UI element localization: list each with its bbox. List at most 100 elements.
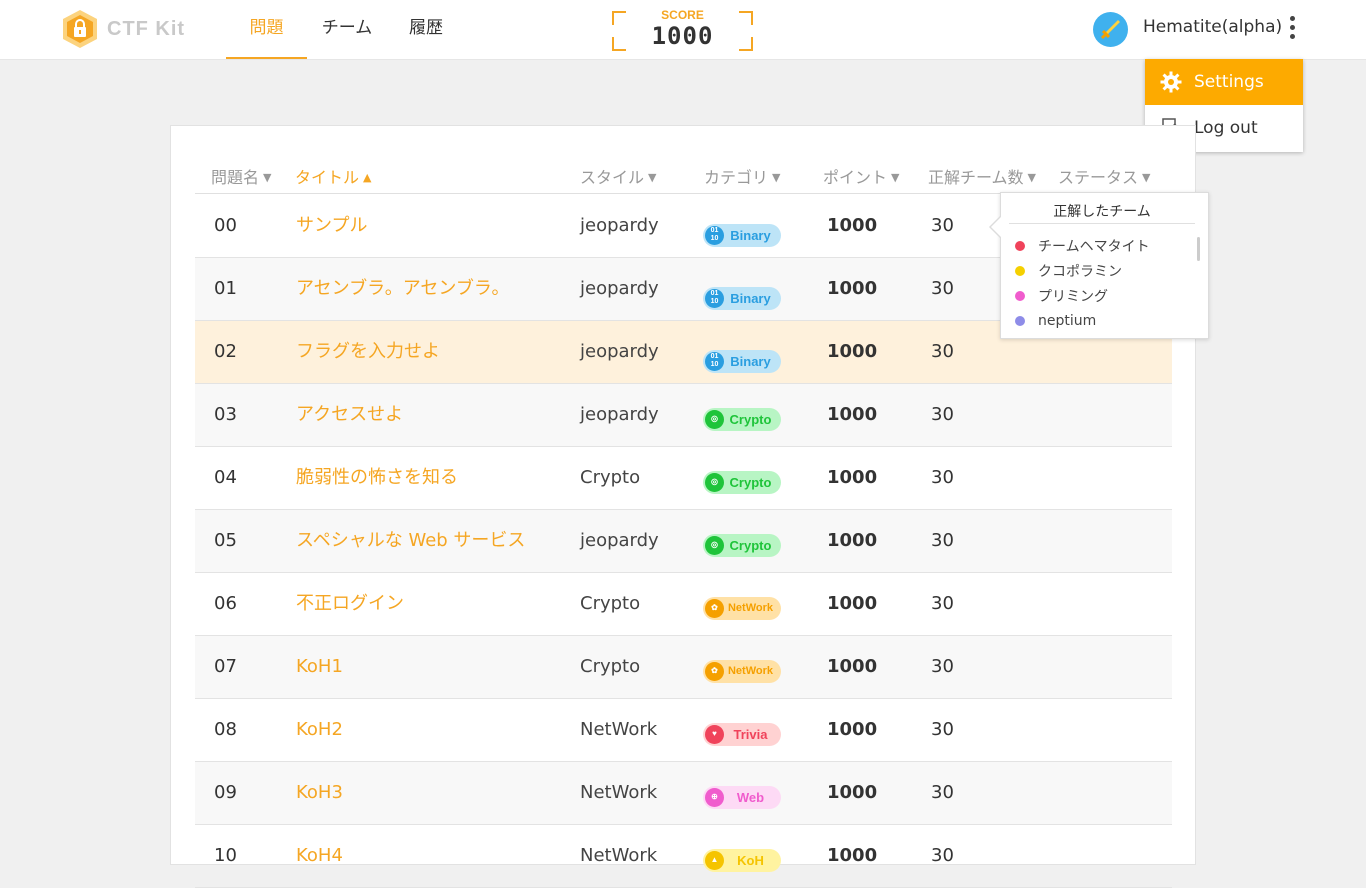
problem-number: 08: [214, 719, 237, 740]
column-header-style[interactable]: スタイル ▼: [580, 164, 656, 187]
solve-count[interactable]: 30: [931, 636, 954, 698]
solve-count[interactable]: 30: [931, 195, 954, 257]
problem-title-link[interactable]: 脆弱性の怖さを知る: [296, 447, 458, 509]
avatar[interactable]: [1093, 12, 1128, 47]
problem-style: Crypto: [580, 656, 641, 677]
solved-team-item[interactable]: neptium: [1015, 308, 1150, 333]
app-logo[interactable]: CTF Kit: [61, 9, 185, 49]
column-header-points[interactable]: ポイント ▼: [823, 164, 900, 187]
column-header-status[interactable]: ステータス ▼: [1058, 164, 1150, 187]
problem-title-link[interactable]: KoH4: [296, 825, 343, 887]
problem-points: 1000: [827, 215, 878, 236]
solve-count[interactable]: 30: [931, 258, 954, 320]
category-badge: 01 10 Binary: [703, 341, 781, 373]
problem-number: 00: [214, 215, 237, 236]
score-value: 1000: [651, 22, 714, 50]
team-name: neptium: [1038, 312, 1097, 329]
category-label: KoH: [737, 852, 764, 868]
category-label: Trivia: [733, 726, 768, 742]
table-row[interactable]: 08 KoH2 NetWork ♥ Trivia 1000 30: [195, 699, 1172, 762]
column-header-solves[interactable]: 正解チーム数 ▼: [928, 164, 1036, 187]
problem-number: 07: [214, 656, 237, 677]
problem-points: 1000: [827, 530, 878, 551]
settings-menu-item[interactable]: Settings: [1145, 59, 1303, 105]
team-color-dot: [1015, 265, 1025, 276]
username[interactable]: Hematite(alpha): [1143, 17, 1282, 37]
popover-scrollbar[interactable]: [1197, 237, 1200, 261]
category-badge: ◎ Crypto: [703, 404, 781, 431]
web-icon: ⊕: [705, 787, 724, 807]
table-row[interactable]: 05 スペシャルな Web サービス jeopardy ◎ Crypto 1000 30: [195, 510, 1172, 573]
problem-title-link[interactable]: アセンブラ。アセンブラ。: [296, 258, 509, 320]
crypto-icon: ◎: [705, 409, 724, 429]
more-menu-icon[interactable]: [1282, 16, 1302, 42]
category-label: Crypto: [729, 474, 772, 490]
problem-title-link[interactable]: KoH3: [296, 762, 343, 824]
table-row[interactable]: 10 KoH4 NetWork ▲ KoH 1000 30: [195, 825, 1172, 888]
category-badge: ✿ NetWork: [703, 593, 781, 620]
category-badge: ▲ KoH: [703, 845, 781, 872]
solve-count[interactable]: 30: [931, 699, 954, 761]
team-color-dot: [1015, 240, 1025, 251]
problem-number: 10: [214, 845, 237, 866]
category-label: Web: [736, 789, 765, 805]
problem-title-link[interactable]: KoH1: [296, 636, 343, 698]
column-header-title[interactable]: タイトル ▲: [295, 164, 371, 187]
crypto-icon: ◎: [705, 472, 724, 492]
problem-number: 06: [214, 593, 237, 614]
problem-title-link[interactable]: KoH2: [296, 699, 343, 761]
problem-style: jeopardy: [580, 341, 659, 362]
problem-number: 03: [214, 404, 237, 425]
solve-count[interactable]: 30: [931, 762, 954, 824]
table-row[interactable]: 03 アクセスせよ jeopardy ◎ Crypto 1000 30: [195, 384, 1172, 447]
column-header-label: 問題名: [211, 168, 260, 187]
column-header-category[interactable]: カテゴリ ▼: [704, 164, 780, 187]
tab-history[interactable]: 履歴: [396, 0, 456, 57]
binary-icon: 01 10: [705, 288, 724, 308]
popover-title: 正解したチーム: [1009, 201, 1195, 224]
solve-count[interactable]: 30: [931, 510, 954, 572]
solve-count[interactable]: 30: [931, 447, 954, 509]
problem-title-link[interactable]: サンプル: [296, 195, 367, 257]
column-header-label: タイトル: [295, 168, 360, 187]
table-row[interactable]: 07 KoH1 Crypto ✿ NetWork 1000 30: [195, 636, 1172, 699]
tab-teams[interactable]: チーム: [310, 0, 384, 57]
solved-team-item[interactable]: プリミング: [1015, 283, 1150, 308]
trivia-icon: ♥: [705, 724, 724, 744]
solved-teams-popover: 正解したチーム チームヘマタイト クコポラミン プリミング neptium: [989, 192, 1209, 339]
category-badge: ♥ Trivia: [703, 719, 781, 746]
solve-count[interactable]: 30: [931, 321, 954, 383]
category-badge: ⊕ Web: [703, 782, 781, 809]
solve-count[interactable]: 30: [931, 573, 954, 635]
column-header-label: ポイント: [823, 168, 888, 187]
table-row[interactable]: 06 不正ログイン Crypto ✿ NetWork 1000 30: [195, 573, 1172, 636]
problem-title-link[interactable]: フラグを入力せよ: [296, 321, 440, 383]
problem-title-link[interactable]: 不正ログイン: [296, 573, 404, 635]
problem-style: NetWork: [580, 845, 658, 866]
solved-team-item[interactable]: クコポラミン: [1015, 258, 1150, 283]
category-label: Crypto: [729, 537, 772, 553]
binary-icon: 01 10: [705, 225, 724, 245]
problem-style: jeopardy: [580, 530, 659, 551]
network-icon: ✿: [705, 598, 724, 618]
problem-points: 1000: [827, 593, 878, 614]
sort-down-icon: ▼: [891, 171, 900, 184]
problem-points: 1000: [827, 341, 878, 362]
logout-label: Log out: [1194, 118, 1258, 138]
solve-count[interactable]: 30: [931, 825, 954, 887]
category-label: Crypto: [729, 411, 772, 427]
column-header-no[interactable]: 問題名 ▼: [211, 164, 271, 187]
problem-style: Crypto: [580, 593, 641, 614]
solved-team-item[interactable]: チームヘマタイト: [1015, 233, 1150, 258]
problem-title-link[interactable]: アクセスせよ: [296, 384, 403, 446]
problem-number: 05: [214, 530, 237, 551]
tab-problems[interactable]: 問題: [226, 0, 307, 59]
category-badge: 01 10 Binary: [703, 278, 781, 310]
problem-title-link[interactable]: スペシャルな Web サービス: [296, 510, 525, 572]
team-color-dot: [1015, 315, 1025, 326]
solve-count[interactable]: 30: [931, 384, 954, 446]
column-header-label: ステータス: [1058, 168, 1139, 187]
table-row[interactable]: 04 脆弱性の怖さを知る Crypto ◎ Crypto 1000 30: [195, 447, 1172, 510]
team-color-dot: [1015, 290, 1025, 301]
table-row[interactable]: 09 KoH3 NetWork ⊕ Web 1000 30: [195, 762, 1172, 825]
